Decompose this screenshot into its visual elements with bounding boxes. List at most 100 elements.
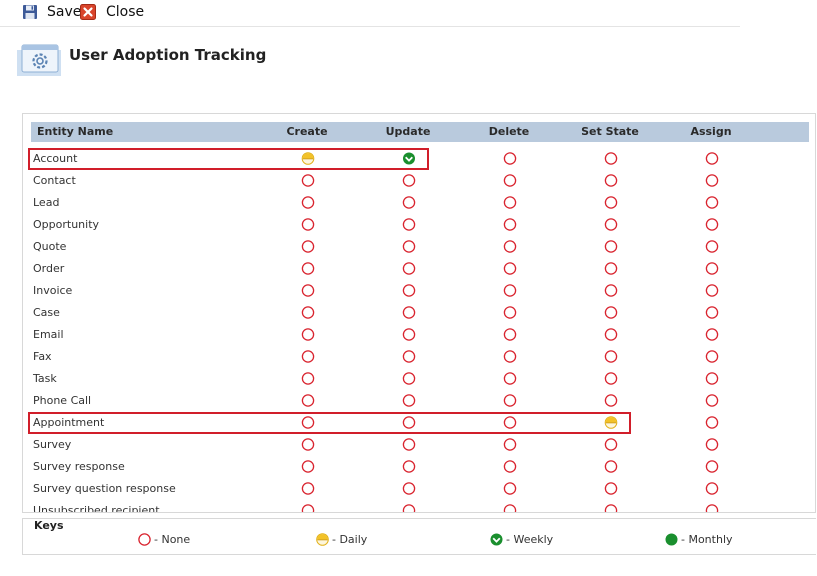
- assign-none-icon[interactable]: [705, 284, 719, 297]
- delete-none-icon[interactable]: [503, 460, 517, 473]
- delete-none-icon[interactable]: [503, 174, 517, 187]
- create-none-icon[interactable]: [301, 218, 315, 231]
- update-none-icon[interactable]: [402, 218, 416, 231]
- create-none-icon[interactable]: [301, 394, 315, 407]
- create-none-icon[interactable]: [301, 174, 315, 187]
- key-label: - Daily: [332, 532, 368, 546]
- create-none-icon[interactable]: [301, 240, 315, 253]
- update-none-icon[interactable]: [402, 240, 416, 253]
- delete-none-icon[interactable]: [503, 152, 517, 165]
- delete-none-icon[interactable]: [503, 196, 517, 209]
- assign-none-icon[interactable]: [705, 174, 719, 187]
- update-none-icon[interactable]: [402, 306, 416, 319]
- update-none-icon[interactable]: [402, 416, 416, 429]
- set-state-none-icon[interactable]: [604, 240, 618, 253]
- assign-none-icon[interactable]: [705, 306, 719, 319]
- assign-none-icon[interactable]: [705, 394, 719, 407]
- set-state-none-icon[interactable]: [604, 504, 618, 513]
- update-none-icon[interactable]: [402, 460, 416, 473]
- save-button[interactable]: Save: [22, 3, 81, 21]
- assign-none-icon[interactable]: [705, 482, 719, 495]
- create-none-icon[interactable]: [301, 262, 315, 275]
- create-daily-icon[interactable]: [301, 152, 315, 165]
- update-none-icon[interactable]: [402, 174, 416, 187]
- entity-name: Task: [33, 372, 57, 385]
- update-weekly-icon[interactable]: [403, 152, 416, 165]
- set-state-daily-icon[interactable]: [604, 416, 618, 429]
- delete-none-icon[interactable]: [503, 262, 517, 275]
- update-none-icon[interactable]: [402, 284, 416, 297]
- set-state-none-icon[interactable]: [604, 218, 618, 231]
- set-state-none-icon[interactable]: [604, 372, 618, 385]
- assign-none-icon[interactable]: [705, 328, 719, 341]
- update-none-icon[interactable]: [402, 350, 416, 363]
- delete-none-icon[interactable]: [503, 306, 517, 319]
- set-state-none-icon[interactable]: [604, 350, 618, 363]
- create-none-icon[interactable]: [301, 504, 315, 513]
- entity-name: Case: [33, 306, 60, 319]
- assign-none-icon[interactable]: [705, 240, 719, 253]
- delete-none-icon[interactable]: [503, 504, 517, 513]
- set-state-none-icon[interactable]: [604, 196, 618, 209]
- assign-none-icon[interactable]: [705, 372, 719, 385]
- delete-none-icon[interactable]: [503, 328, 517, 341]
- set-state-none-icon[interactable]: [604, 262, 618, 275]
- create-none-icon[interactable]: [301, 416, 315, 429]
- delete-none-icon[interactable]: [503, 438, 517, 451]
- key-label: - None: [154, 532, 191, 546]
- delete-none-icon[interactable]: [503, 350, 517, 363]
- assign-none-icon[interactable]: [705, 438, 719, 451]
- delete-none-icon[interactable]: [503, 394, 517, 407]
- assign-none-icon[interactable]: [705, 350, 719, 363]
- update-none-icon[interactable]: [402, 504, 416, 513]
- table-row: Appointment: [23, 412, 815, 434]
- update-none-icon[interactable]: [402, 438, 416, 451]
- set-state-none-icon[interactable]: [604, 306, 618, 319]
- create-none-icon[interactable]: [301, 350, 315, 363]
- set-state-none-icon[interactable]: [604, 152, 618, 165]
- assign-none-icon[interactable]: [705, 504, 719, 513]
- column-delete: Delete: [488, 125, 530, 138]
- set-state-none-icon[interactable]: [604, 284, 618, 297]
- assign-none-icon[interactable]: [705, 262, 719, 275]
- assign-none-icon[interactable]: [705, 416, 719, 429]
- entity-name: Account: [33, 152, 78, 165]
- create-none-icon[interactable]: [301, 284, 315, 297]
- set-state-none-icon[interactable]: [604, 482, 618, 495]
- entity-name: Survey response: [33, 460, 125, 473]
- set-state-none-icon[interactable]: [604, 174, 618, 187]
- assign-none-icon[interactable]: [705, 152, 719, 165]
- table-row: Survey: [23, 434, 815, 456]
- create-none-icon[interactable]: [301, 372, 315, 385]
- create-none-icon[interactable]: [301, 482, 315, 495]
- delete-none-icon[interactable]: [503, 482, 517, 495]
- key-label: - Monthly: [681, 532, 733, 546]
- create-none-icon[interactable]: [301, 306, 315, 319]
- keys-title: Keys: [33, 519, 65, 532]
- assign-none-icon[interactable]: [705, 218, 719, 231]
- save-label: Save: [47, 4, 82, 20]
- create-none-icon[interactable]: [301, 438, 315, 451]
- set-state-none-icon[interactable]: [604, 460, 618, 473]
- assign-none-icon[interactable]: [705, 460, 719, 473]
- set-state-none-icon[interactable]: [604, 438, 618, 451]
- set-state-none-icon[interactable]: [604, 394, 618, 407]
- update-none-icon[interactable]: [402, 372, 416, 385]
- assign-none-icon[interactable]: [705, 196, 719, 209]
- table-row: Invoice: [23, 280, 815, 302]
- update-none-icon[interactable]: [402, 262, 416, 275]
- create-none-icon[interactable]: [301, 196, 315, 209]
- update-none-icon[interactable]: [402, 394, 416, 407]
- update-none-icon[interactable]: [402, 482, 416, 495]
- update-none-icon[interactable]: [402, 328, 416, 341]
- delete-none-icon[interactable]: [503, 240, 517, 253]
- delete-none-icon[interactable]: [503, 416, 517, 429]
- create-none-icon[interactable]: [301, 460, 315, 473]
- delete-none-icon[interactable]: [503, 218, 517, 231]
- close-button[interactable]: Close: [80, 3, 144, 21]
- delete-none-icon[interactable]: [503, 284, 517, 297]
- delete-none-icon[interactable]: [503, 372, 517, 385]
- update-none-icon[interactable]: [402, 196, 416, 209]
- set-state-none-icon[interactable]: [604, 328, 618, 341]
- create-none-icon[interactable]: [301, 328, 315, 341]
